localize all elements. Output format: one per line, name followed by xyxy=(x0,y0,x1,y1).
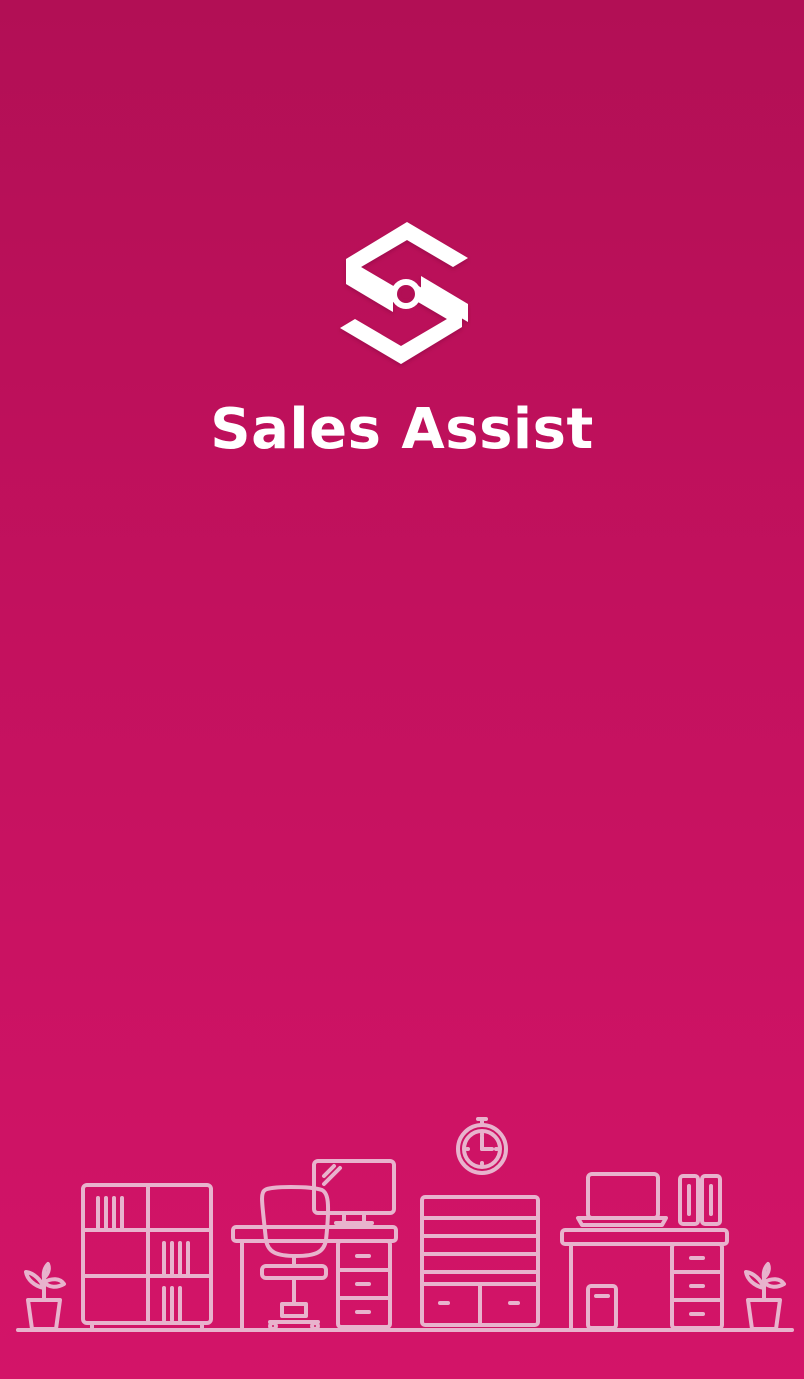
desk-with-chair-icon xyxy=(231,1159,398,1331)
right-plant-icon xyxy=(744,1262,786,1331)
cabinet-icon xyxy=(420,1195,540,1327)
wall-clock-icon xyxy=(456,1117,508,1175)
sales-assist-logo-icon xyxy=(340,222,468,364)
desk-with-laptop-icon xyxy=(560,1172,729,1330)
app-title: Sales Assist xyxy=(210,397,594,462)
bookshelf-icon xyxy=(81,1183,213,1331)
splash-screen: Sales Assist xyxy=(0,0,804,1379)
left-plant-icon xyxy=(24,1262,66,1331)
office-illustration xyxy=(16,1117,794,1332)
